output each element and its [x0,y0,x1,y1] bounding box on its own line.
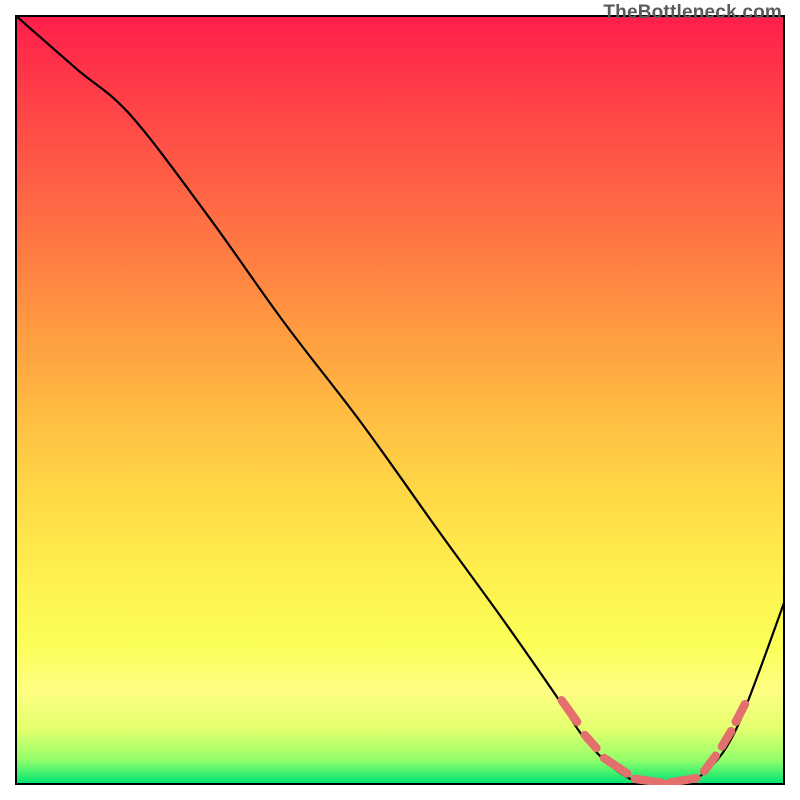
chart-container: TheBottleneck.com [0,0,800,800]
chart-plot-area [15,15,785,785]
attribution-label: TheBottleneck.com [603,2,782,24]
